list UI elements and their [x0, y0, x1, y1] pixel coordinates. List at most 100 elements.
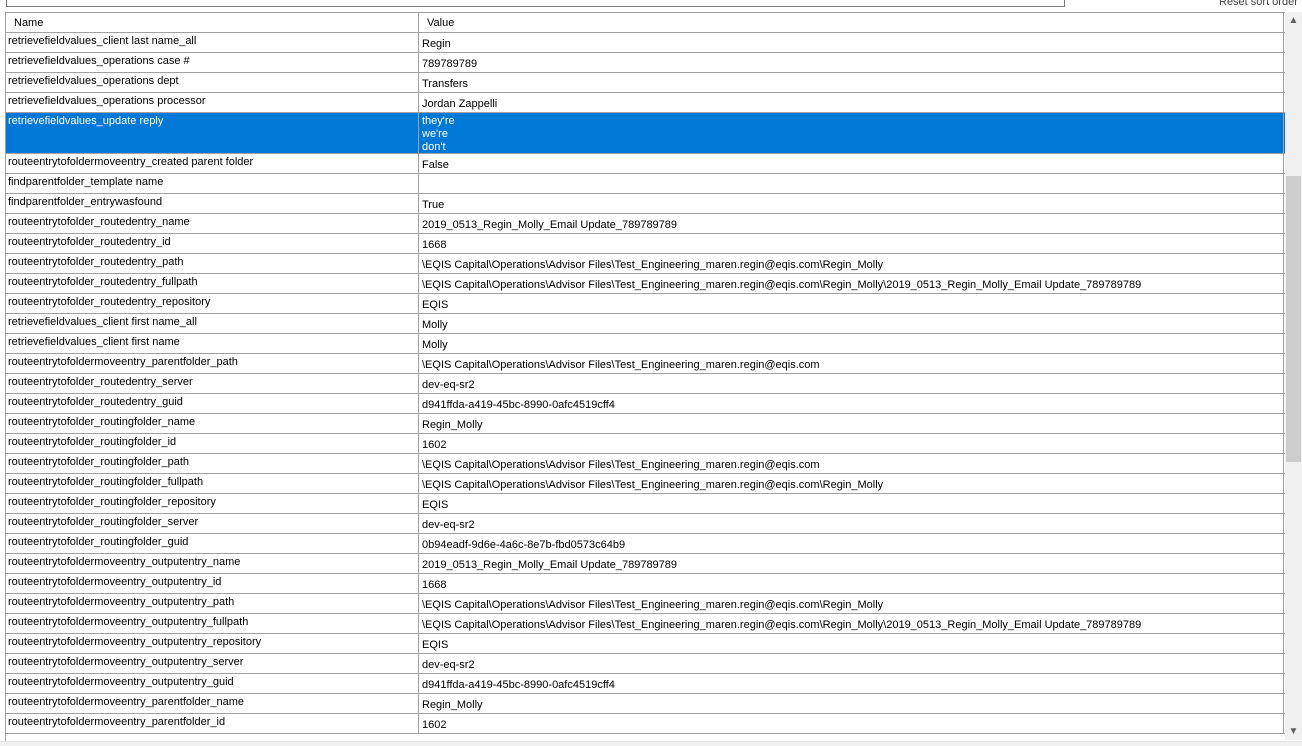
- row-value-cell[interactable]: EQIS: [419, 294, 1284, 313]
- column-header-value[interactable]: Value: [419, 13, 1284, 32]
- row-value-cell[interactable]: 2019_0513_Regin_Molly_Email Update_78978…: [419, 554, 1284, 573]
- row-value-cell[interactable]: d941ffda-a419-45bc-8990-0afc4519cff4: [419, 674, 1284, 693]
- table-row[interactable]: routeentrytofoldermoveentry_outputentry_…: [6, 594, 1285, 614]
- chevron-down-icon[interactable]: ▼: [1285, 726, 1302, 737]
- table-row[interactable]: findparentfolder_entrywasfound True: [6, 194, 1285, 214]
- table-row[interactable]: routeentrytofoldermoveentry_parentfolder…: [6, 694, 1285, 714]
- row-name-cell: routeentrytofoldermoveentry_created pare…: [6, 154, 419, 173]
- row-value-cell[interactable]: 789789789: [419, 53, 1284, 72]
- table-row[interactable]: routeentrytofolder_routingfolder_guid 0b9…: [6, 534, 1285, 554]
- row-value-cell[interactable]: False: [419, 154, 1284, 173]
- row-name-cell: routeentrytofoldermoveentry_outputentry_…: [6, 594, 419, 613]
- row-name-cell: routeentrytofoldermoveentry_parentfolder…: [6, 694, 419, 713]
- row-value-cell[interactable]: Jordan Zappelli: [419, 93, 1284, 112]
- bottom-divider: [0, 741, 1302, 746]
- reset-sort-order-link[interactable]: Reset sort order: [1219, 0, 1298, 8]
- vertical-scrollbar[interactable]: ▲ ▼: [1285, 12, 1302, 740]
- row-value-cell[interactable]: dev-eq-sr2: [419, 514, 1284, 533]
- table-row[interactable]: routeentrytofolder_routingfolder_fullpat…: [6, 474, 1285, 494]
- table-row[interactable]: routeentrytofoldermoveentry_outputentry_…: [6, 634, 1285, 654]
- row-value-cell[interactable]: EQIS: [419, 634, 1284, 653]
- row-value-cell[interactable]: 1602: [419, 434, 1284, 453]
- row-value-cell[interactable]: \EQIS Capital\Operations\Advisor Files\T…: [419, 454, 1284, 473]
- table-row[interactable]: routeentrytofolder_routedentry_repositor…: [6, 294, 1285, 314]
- row-name-cell: routeentrytofolder_routedentry_server: [6, 374, 419, 393]
- row-value-cell[interactable]: \EQIS Capital\Operations\Advisor Files\T…: [419, 594, 1284, 613]
- row-value-cell[interactable]: \EQIS Capital\Operations\Advisor Files\T…: [419, 474, 1284, 493]
- row-value-cell[interactable]: \EQIS Capital\Operations\Advisor Files\T…: [419, 354, 1284, 373]
- row-value-cell[interactable]: Regin_Molly: [419, 694, 1284, 713]
- table-row[interactable]: routeentrytofoldermoveentry_parentfolder…: [6, 354, 1285, 374]
- scrollbar-thumb[interactable]: [1286, 175, 1301, 462]
- row-value-cell[interactable]: 1668: [419, 574, 1284, 593]
- row-name-cell: routeentrytofolder_routingfolder_guid: [6, 534, 419, 553]
- row-value-cell[interactable]: \EQIS Capital\Operations\Advisor Files\T…: [419, 254, 1284, 273]
- table-row[interactable]: retrievefieldvalues_client first name Mol…: [6, 334, 1285, 354]
- row-name-cell: routeentrytofolder_routedentry_repositor…: [6, 294, 419, 313]
- row-value-cell[interactable]: Regin: [419, 33, 1284, 52]
- table-row[interactable]: routeentrytofolder_routedentry_name 2019_…: [6, 214, 1285, 234]
- table-row[interactable]: routeentrytofolder_routingfolder_server d…: [6, 514, 1285, 534]
- row-value-cell[interactable]: they're we're don't: [419, 113, 1284, 153]
- table-row[interactable]: retrievefieldvalues_operations case #789…: [6, 53, 1285, 73]
- filter-textbox[interactable]: [6, 0, 1065, 7]
- row-name-cell: routeentrytofolder_routingfolder_path: [6, 454, 419, 473]
- row-value-cell[interactable]: Regin_Molly: [419, 414, 1284, 433]
- row-value-cell[interactable]: dev-eq-sr2: [419, 374, 1284, 393]
- row-name-cell: routeentrytofolder_routingfolder_reposit…: [6, 494, 419, 513]
- row-value-cell[interactable]: 1668: [419, 234, 1284, 253]
- row-name-cell: routeentrytofolder_routedentry_guid: [6, 394, 419, 413]
- table-row[interactable]: routeentrytofoldermoveentry_outputentry_…: [6, 654, 1285, 674]
- table-row[interactable]: routeentrytofolder_routedentry_fullpath \…: [6, 274, 1285, 294]
- row-value-cell[interactable]: \EQIS Capital\Operations\Advisor Files\T…: [419, 614, 1284, 633]
- table-row[interactable]: routeentrytofolder_routingfolder_name Reg…: [6, 414, 1285, 434]
- table-row[interactable]: routeentrytofoldermoveentry_parentfolder…: [6, 714, 1285, 734]
- row-value-cell[interactable]: [419, 174, 1284, 193]
- table-row[interactable]: retrievefieldvalues_operations dept Trans…: [6, 73, 1285, 93]
- table-row[interactable]: routeentrytofoldermoveentry_outputentry_…: [6, 614, 1285, 634]
- row-name-cell: routeentrytofoldermoveentry_outputentry_…: [6, 674, 419, 693]
- row-name-cell: retrievefieldvalues_operations dept: [6, 73, 419, 92]
- row-name-cell: routeentrytofolder_routedentry_fullpath: [6, 274, 419, 293]
- row-name-cell: routeentrytofoldermoveentry_outputentry_…: [6, 574, 419, 593]
- row-value-cell[interactable]: Transfers: [419, 73, 1284, 92]
- row-value-cell[interactable]: 0b94eadf-9d6e-4a6c-8e7b-fbd0573c64b9: [419, 534, 1284, 553]
- column-header-name[interactable]: Name: [6, 13, 419, 32]
- table-row[interactable]: retrievefieldvalues_client first name_al…: [6, 314, 1285, 334]
- table-row[interactable]: routeentrytofolder_routedentry_path \EQIS…: [6, 254, 1285, 274]
- row-name-cell: routeentrytofolder_routingfolder_id: [6, 434, 419, 453]
- row-name-cell: retrievefieldvalues_client first name: [6, 334, 419, 353]
- table-row[interactable]: routeentrytofoldermoveentry_outputentry_…: [6, 554, 1285, 574]
- row-value-cell[interactable]: Molly: [419, 334, 1284, 353]
- row-value-cell[interactable]: 2019_0513_Regin_Molly_Email Update_78978…: [419, 214, 1284, 233]
- table-row[interactable]: retrievefieldvalues_operations processor…: [6, 93, 1285, 113]
- variables-grid: Name Value retrievefieldvalues_client la…: [5, 12, 1285, 741]
- table-row[interactable]: retrievefieldvalues_update reply they're …: [6, 113, 1285, 154]
- table-row[interactable]: routeentrytofolder_routedentry_id 1668: [6, 234, 1285, 254]
- row-value-cell[interactable]: \EQIS Capital\Operations\Advisor Files\T…: [419, 274, 1284, 293]
- row-value-cell[interactable]: dev-eq-sr2: [419, 654, 1284, 673]
- table-row[interactable]: routeentrytofolder_routingfolder_reposit…: [6, 494, 1285, 514]
- table-row[interactable]: routeentrytofolder_routingfolder_path \EQ…: [6, 454, 1285, 474]
- table-row[interactable]: routeentrytofoldermoveentry_outputentry_…: [6, 674, 1285, 694]
- row-value-cell[interactable]: d941ffda-a419-45bc-8990-0afc4519cff4: [419, 394, 1284, 413]
- row-name-cell: retrievefieldvalues_client first name_al…: [6, 314, 419, 333]
- table-row[interactable]: routeentrytofolder_routedentry_guid d941f…: [6, 394, 1285, 414]
- row-value-cell[interactable]: Molly: [419, 314, 1284, 333]
- table-row[interactable]: routeentrytofoldermoveentry_outputentry_…: [6, 574, 1285, 594]
- row-name-cell: routeentrytofolder_routingfolder_fullpat…: [6, 474, 419, 493]
- row-name-cell: routeentrytofoldermoveentry_outputentry_…: [6, 654, 419, 673]
- row-name-cell: routeentrytofoldermoveentry_outputentry_…: [6, 554, 419, 573]
- table-row[interactable]: routeentrytofolder_routedentry_server dev…: [6, 374, 1285, 394]
- row-name-cell: retrievefieldvalues_operations processor: [6, 93, 419, 112]
- table-row[interactable]: routeentrytofoldermoveentry_created pare…: [6, 154, 1285, 174]
- row-value-cell[interactable]: 1602: [419, 714, 1284, 733]
- row-name-cell: routeentrytofolder_routedentry_path: [6, 254, 419, 273]
- table-row[interactable]: findparentfolder_template name: [6, 174, 1285, 194]
- table-row[interactable]: routeentrytofolder_routingfolder_id 1602: [6, 434, 1285, 454]
- row-value-cell[interactable]: EQIS: [419, 494, 1284, 513]
- chevron-up-icon[interactable]: ▲: [1285, 15, 1302, 26]
- row-name-cell: routeentrytofoldermoveentry_outputentry_…: [6, 634, 419, 653]
- row-value-cell[interactable]: True: [419, 194, 1284, 213]
- table-row[interactable]: retrievefieldvalues_client last name_all…: [6, 33, 1285, 53]
